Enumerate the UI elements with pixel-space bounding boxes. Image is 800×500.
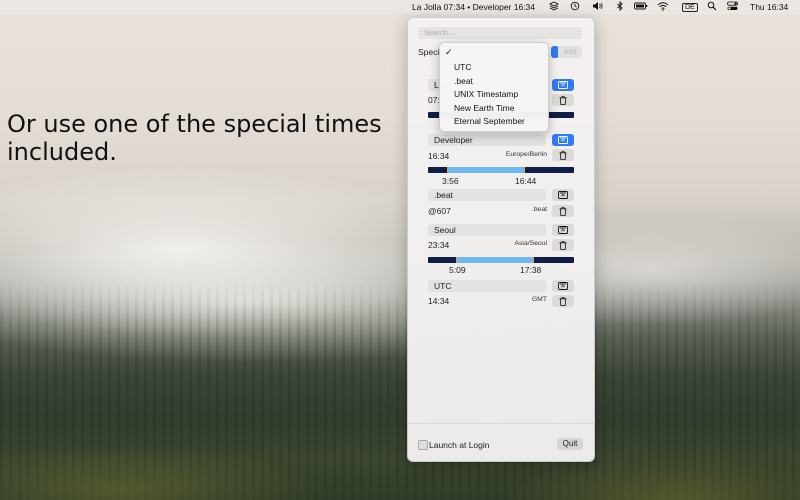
daylight-segment <box>455 257 534 263</box>
delete-button[interactable] <box>552 295 574 307</box>
sunset-time: 16:44 <box>515 176 537 186</box>
promo-headline: Or use one of the special times included… <box>7 110 382 166</box>
bluetooth-icon[interactable] <box>616 0 624 13</box>
menubar-toggle-button[interactable] <box>552 280 574 292</box>
sunset-marker <box>524 167 526 173</box>
menubar-toggle-button[interactable] <box>552 134 574 146</box>
desktop-wallpaper <box>0 0 800 500</box>
clock-name-field[interactable]: Seoul <box>428 224 546 236</box>
menu-item-eternal-september[interactable]: Eternal September <box>454 116 525 126</box>
trash-icon <box>559 296 567 306</box>
sunrise-time: 3:56 <box>442 176 459 186</box>
quit-button[interactable]: Quit <box>557 438 583 450</box>
clock-name-field[interactable]: Developer <box>428 134 546 146</box>
menubar-datetime[interactable]: Thu 16:34 <box>750 2 788 12</box>
search-input[interactable]: Search... <box>418 27 582 39</box>
sunset-time: 17:38 <box>520 265 542 275</box>
control-center-icon[interactable] <box>727 1 738 13</box>
daylight-segment <box>446 167 525 173</box>
delete-button[interactable] <box>552 149 574 161</box>
input-source-indicator[interactable]: DE <box>682 1 698 12</box>
launch-at-login-checkbox[interactable] <box>418 440 428 450</box>
menubar-toggle-button[interactable] <box>552 189 574 201</box>
trash-icon <box>559 206 567 216</box>
menubar-toggle-button[interactable] <box>552 79 574 91</box>
menu-item-utc[interactable]: UTC <box>454 62 471 72</box>
clock-timezone: Europe/Berlin <box>505 151 547 158</box>
menubar-icon <box>558 226 568 234</box>
lang-label: DE <box>682 3 698 12</box>
trash-icon <box>559 150 567 160</box>
clock-timezone: .beat <box>531 206 547 213</box>
menu-item-new-earth-time[interactable]: New Earth Time <box>454 103 514 113</box>
menubar-icon <box>558 282 568 290</box>
battery-icon[interactable] <box>634 1 648 13</box>
menubar-clock[interactable]: La Jolla 07:34 • Developer 16:34 <box>412 2 535 12</box>
sunset-marker <box>533 257 535 263</box>
menubar-icon <box>558 136 568 144</box>
clock-timezone: GMT <box>531 296 547 303</box>
volume-icon[interactable] <box>592 1 604 13</box>
checkmark-icon: ✓ <box>445 47 453 57</box>
add-button[interactable]: Add <box>558 46 582 58</box>
clock-daylight-bar <box>428 257 574 263</box>
special-times-menu: ✓ UTC .beat UNIX Timestamp New Earth Tim… <box>439 42 549 132</box>
stack-icon[interactable] <box>548 1 560 13</box>
clock-name-field[interactable]: UTC <box>428 280 546 292</box>
sunrise-marker <box>446 167 448 173</box>
clock-name-field[interactable]: .beat <box>428 189 546 201</box>
search-icon[interactable] <box>707 1 717 13</box>
sunrise-time: 5:09 <box>449 265 466 275</box>
clock-daylight-bar <box>428 167 574 173</box>
menubar-icon <box>558 191 568 199</box>
sunrise-marker <box>455 257 457 263</box>
wifi-icon[interactable] <box>657 1 669 13</box>
forest-highlights <box>0 410 800 500</box>
clock-timezone: Asia/Seoul <box>514 240 548 247</box>
menubar-toggle-button[interactable] <box>552 224 574 236</box>
trash-icon <box>559 240 567 250</box>
launch-at-login-label[interactable]: Launch at Login <box>429 440 490 450</box>
menu-item-unix-timestamp[interactable]: UNIX Timestamp <box>454 89 518 99</box>
history-icon[interactable] <box>570 1 580 13</box>
trash-icon <box>559 95 567 105</box>
menubar-icon <box>558 81 568 89</box>
delete-button[interactable] <box>552 94 574 106</box>
menu-bar: La Jolla 07:34 • Developer 16:34 DE Thu … <box>0 0 800 14</box>
delete-button[interactable] <box>552 205 574 217</box>
delete-button[interactable] <box>552 239 574 251</box>
footer-divider <box>408 423 594 424</box>
menu-item-beat[interactable]: .beat <box>454 76 473 86</box>
